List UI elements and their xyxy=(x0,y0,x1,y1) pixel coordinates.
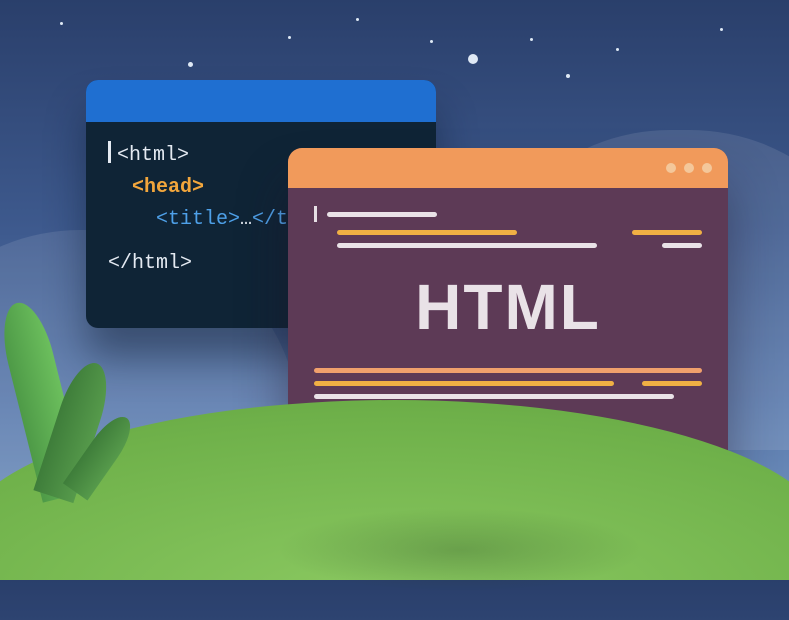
ground-shadow xyxy=(200,480,720,620)
content-line xyxy=(314,368,702,373)
star-icon xyxy=(566,74,570,78)
star-icon xyxy=(720,28,723,31)
star-icon xyxy=(356,18,359,21)
star-icon xyxy=(60,22,63,25)
text-bar xyxy=(314,394,674,399)
text-bar xyxy=(327,212,437,217)
star-icon xyxy=(430,40,433,43)
text-bar xyxy=(642,381,702,386)
star-icon xyxy=(616,48,619,51)
content-line xyxy=(314,243,702,248)
window-control-dot-icon xyxy=(666,163,676,173)
text-bar xyxy=(337,230,517,235)
content-line xyxy=(314,230,702,235)
star-icon xyxy=(188,62,193,67)
code-token-ellipsis: … xyxy=(240,208,252,231)
content-line xyxy=(314,394,702,399)
text-bar xyxy=(662,243,702,248)
star-icon xyxy=(530,38,533,41)
browser-heading: HTML xyxy=(314,270,702,344)
browser-titlebar xyxy=(288,148,728,188)
code-token-html-open: <html> xyxy=(117,144,189,167)
plant-shape xyxy=(0,280,130,500)
star-icon xyxy=(468,54,478,64)
code-token-head-open: <head> xyxy=(108,172,204,204)
content-line xyxy=(314,206,702,222)
content-line xyxy=(314,381,702,386)
code-token-title-open: <title> xyxy=(156,208,240,231)
text-bar xyxy=(314,368,702,373)
text-bar xyxy=(314,381,614,386)
browser-body: HTML xyxy=(288,188,728,421)
code-token-html-close: </html> xyxy=(108,252,192,275)
window-control-dot-icon xyxy=(684,163,694,173)
text-cursor-icon xyxy=(108,141,111,163)
star-icon xyxy=(288,36,291,39)
window-control-dot-icon xyxy=(702,163,712,173)
text-cursor-icon xyxy=(314,206,317,222)
text-bar xyxy=(632,230,702,235)
text-bar xyxy=(337,243,597,248)
code-editor-titlebar xyxy=(86,80,436,122)
